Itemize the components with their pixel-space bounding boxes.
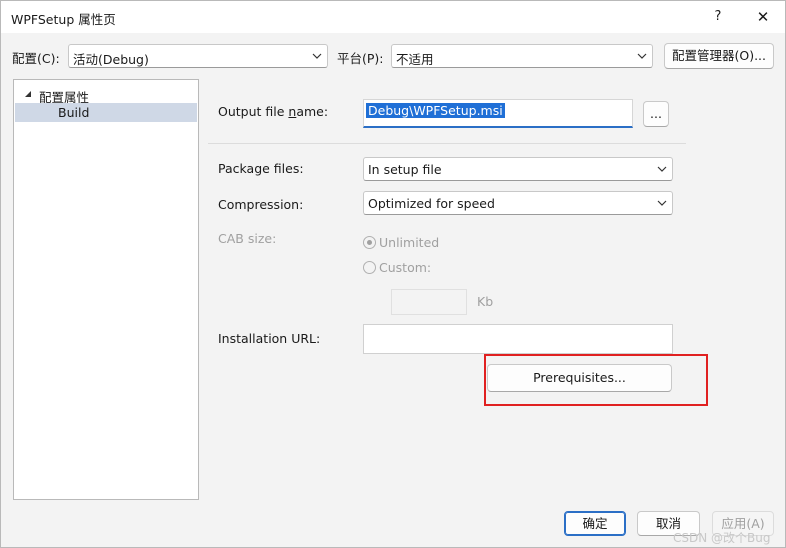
configuration-label: 配置(C):	[12, 51, 60, 66]
tree-item-config-properties[interactable]: 配置属性	[22, 86, 198, 105]
browse-button[interactable]: ...	[643, 101, 669, 127]
configuration-manager-button[interactable]: 配置管理器(O)...	[664, 43, 774, 69]
platform-value: 不适用	[396, 52, 434, 67]
ok-button[interactable]: 确定	[564, 511, 626, 536]
compression-dropdown[interactable]: Optimized for speed	[363, 191, 673, 215]
watermark-text: CSDN @改个Bug	[673, 531, 771, 545]
installation-url-label: Installation URL:	[218, 331, 321, 346]
kb-label: Kb	[477, 294, 494, 309]
chevron-down-icon	[637, 53, 647, 59]
tree-item-label: Build	[58, 105, 90, 120]
platform-dropdown[interactable]: 不适用	[391, 44, 653, 68]
red-highlight-annotation	[484, 354, 708, 406]
cab-size-label: CAB size:	[218, 231, 277, 246]
title-bar: WPFSetup 属性页 ? ✕	[1, 1, 785, 33]
unlimited-radio[interactable]	[363, 236, 376, 249]
platform-label: 平台(P):	[337, 51, 384, 66]
compression-value: Optimized for speed	[368, 196, 495, 211]
configuration-dropdown[interactable]: 活动(Debug)	[68, 44, 328, 68]
chevron-down-icon	[657, 200, 667, 206]
unlimited-label: Unlimited	[379, 235, 440, 250]
help-button[interactable]: ?	[701, 5, 735, 29]
expanded-triangle-icon[interactable]	[24, 90, 32, 98]
package-files-value: In setup file	[368, 162, 442, 177]
tree-item-build[interactable]: Build	[15, 103, 197, 122]
output-file-name-value: Debug\WPFSetup.msi	[366, 103, 505, 118]
chevron-down-icon	[312, 53, 322, 59]
custom-size-input[interactable]	[391, 289, 467, 315]
custom-label: Custom:	[379, 260, 432, 275]
close-button[interactable]: ✕	[745, 5, 781, 29]
custom-radio[interactable]	[363, 261, 376, 274]
configuration-value: 活动(Debug)	[73, 52, 149, 67]
window-title: WPFSetup 属性页	[11, 12, 116, 27]
compression-label: Compression:	[218, 197, 304, 212]
installation-url-input[interactable]	[363, 324, 673, 354]
output-file-name-input[interactable]: Debug\WPFSetup.msi	[363, 99, 633, 128]
property-pages-window: WPFSetup 属性页 ? ✕ 配置(C): 活动(Debug) 平台(P):…	[0, 0, 786, 548]
chevron-down-icon	[657, 166, 667, 172]
property-tree: 配置属性 Build	[13, 79, 199, 500]
package-files-label: Package files:	[218, 161, 304, 176]
output-file-name-label: Output file name:	[218, 104, 329, 119]
package-files-dropdown[interactable]: In setup file	[363, 157, 673, 181]
